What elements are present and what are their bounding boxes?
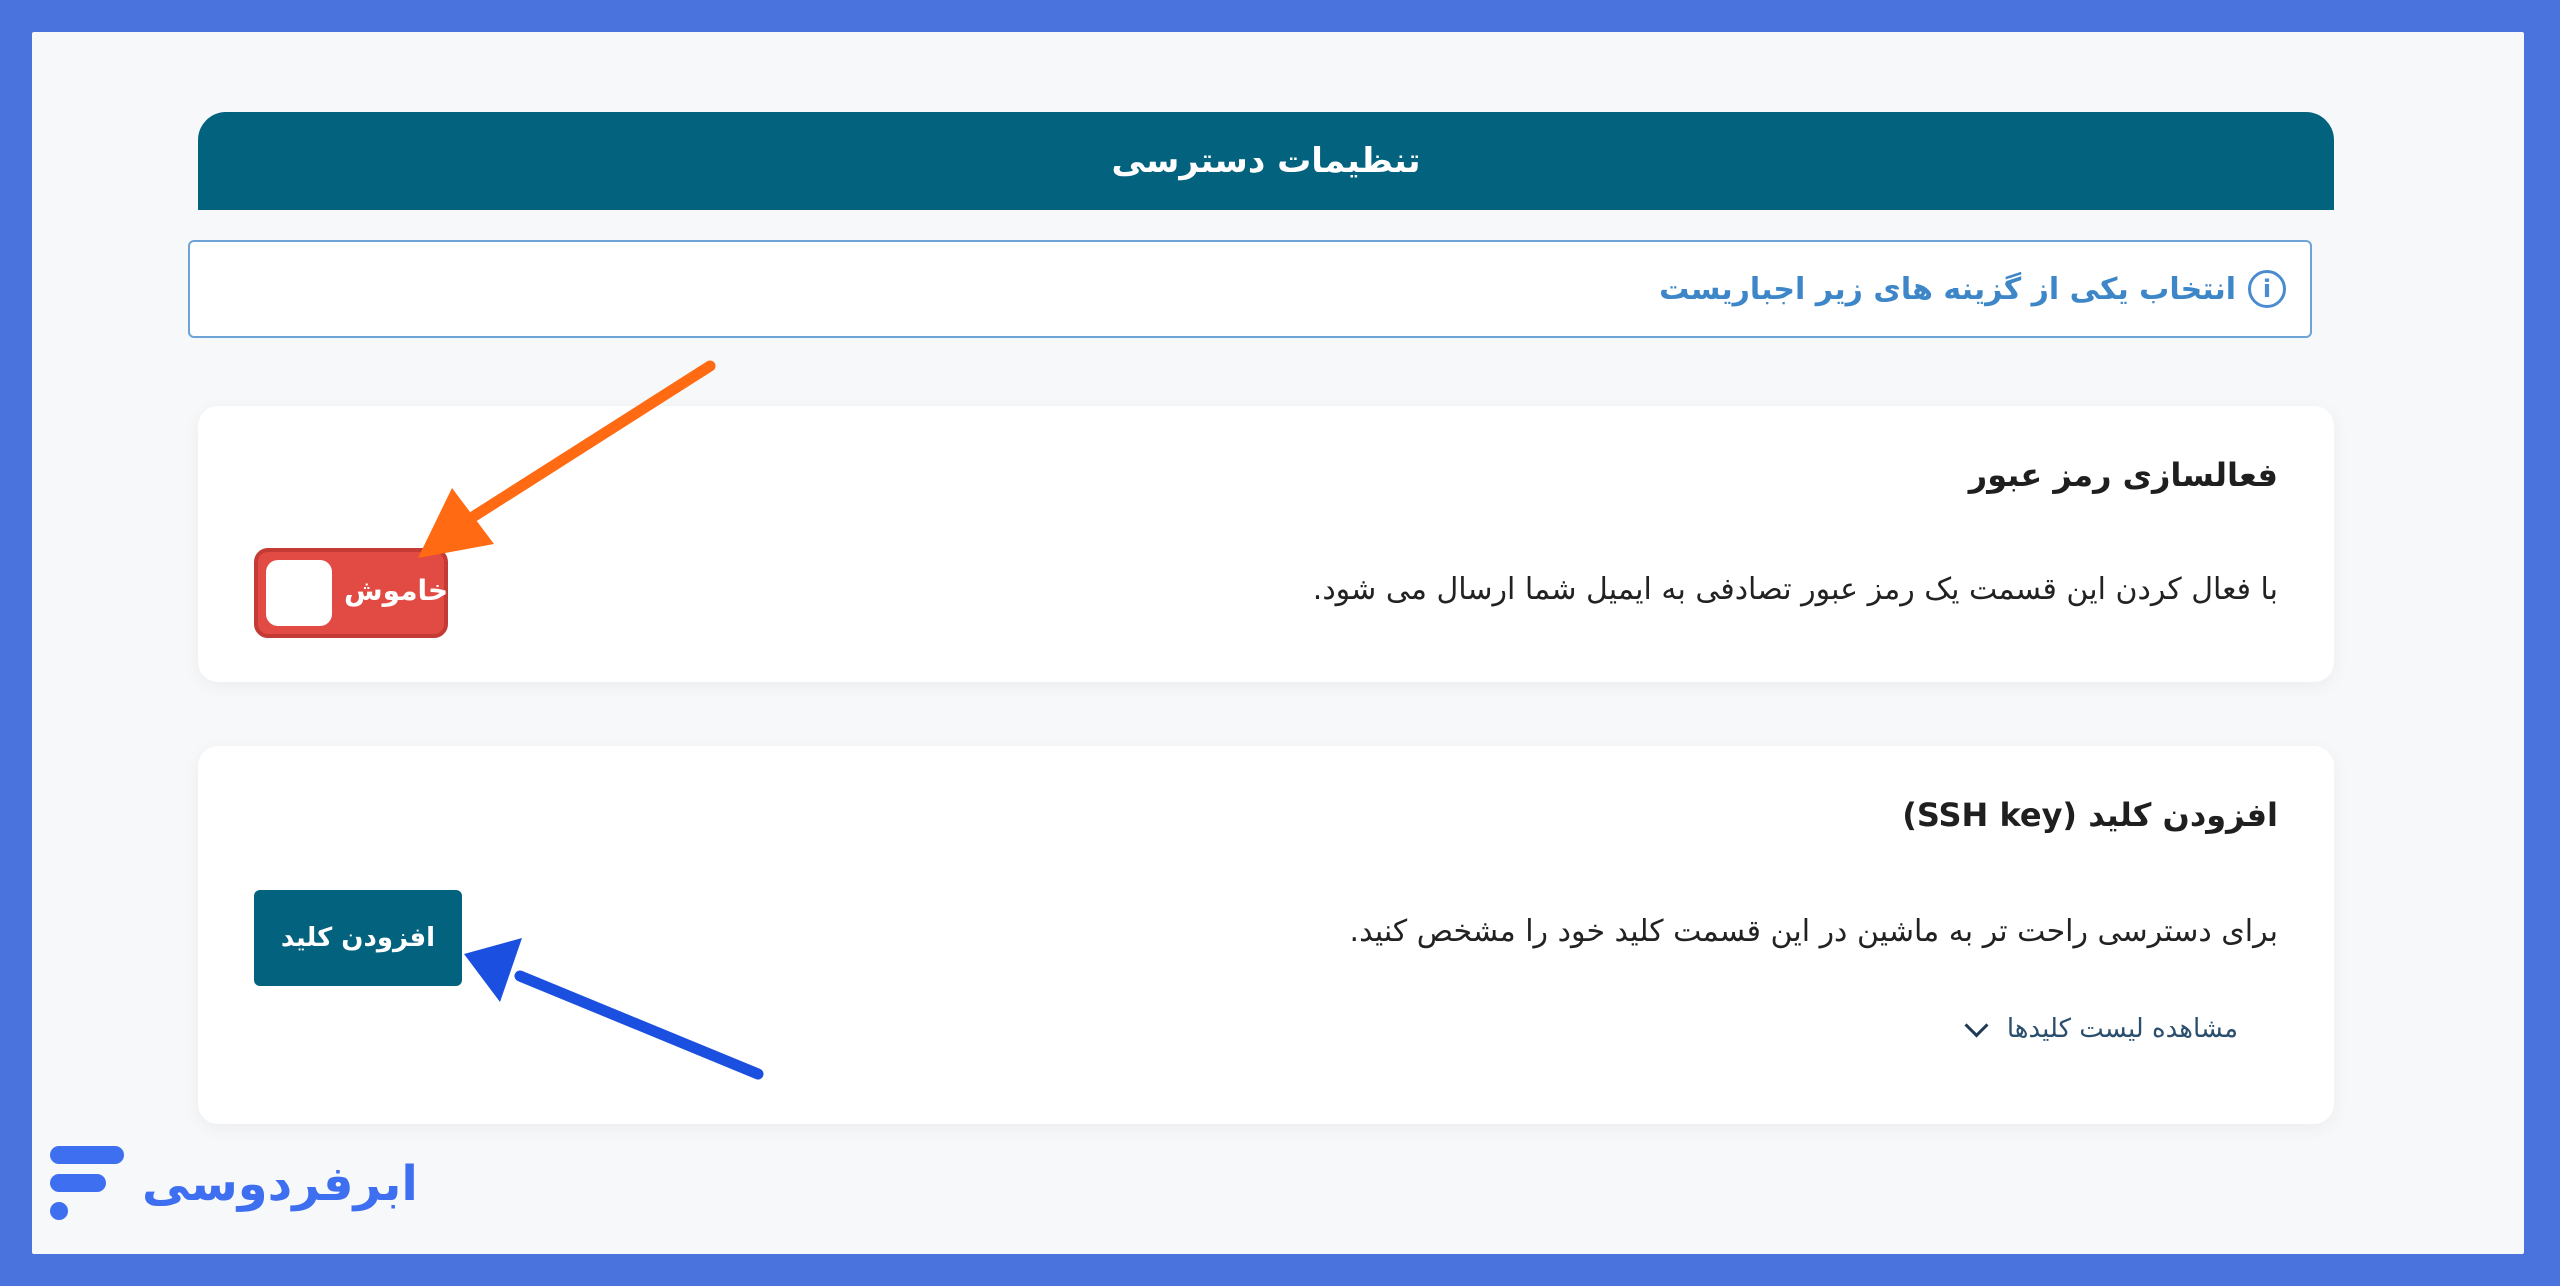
chevron-down-icon	[1964, 1012, 1989, 1038]
ssh-card: افزودن کلید (SSH key) برای دسترسی راحت ت…	[198, 746, 2334, 1124]
password-card-description: با فعال کردن این قسمت یک رمز عبور تصادفی…	[1312, 572, 2278, 607]
brand-name: ابرفردوسی	[142, 1156, 418, 1212]
brand-logo: ابرفردوسی	[48, 1146, 418, 1222]
toggle-label: خاموش	[344, 574, 449, 607]
key-list-toggle[interactable]: مشاهده لیست کلیدها	[1964, 1012, 2238, 1044]
password-card: فعالسازی رمز عبور با فعال کردن این قسمت …	[198, 406, 2334, 682]
notice-box: i انتخاب یکی از گزینه های زیر اجباریست	[188, 240, 2312, 338]
ssh-card-description: برای دسترسی راحت تر به ماشین در این قسمت…	[1349, 914, 2278, 949]
password-card-title: فعالسازی رمز عبور	[1968, 456, 2278, 494]
toggle-knob	[266, 560, 332, 626]
ssh-card-title: افزودن کلید (SSH key)	[1902, 796, 2278, 834]
page-title: تنظیمات دسترسی	[1111, 141, 1421, 181]
brand-mark-icon	[48, 1146, 126, 1222]
key-list-label: مشاهده لیست کلیدها	[2006, 1014, 2238, 1044]
password-toggle[interactable]: خاموش	[254, 548, 448, 638]
info-icon: i	[2248, 270, 2286, 308]
add-key-button[interactable]: افزودن کلید	[254, 890, 462, 986]
notice-text: انتخاب یکی از گزینه های زیر اجباریست	[1659, 271, 2236, 307]
section-header: تنظیمات دسترسی	[198, 112, 2334, 210]
